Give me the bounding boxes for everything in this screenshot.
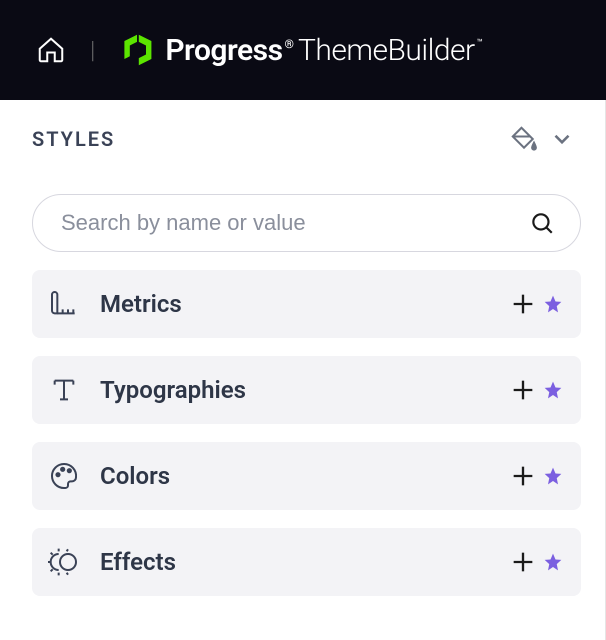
search-icon[interactable] (529, 210, 555, 236)
typography-icon (46, 374, 82, 406)
category-effects[interactable]: Effects (32, 528, 581, 596)
plus-icon[interactable] (509, 376, 537, 404)
app-header: | Progress ® ThemeBuilder ™ (0, 0, 606, 100)
brand-text: Progress ® ThemeBuilder ™ (165, 33, 483, 68)
category-list: Metrics (32, 270, 593, 596)
category-actions (509, 376, 563, 404)
category-metrics[interactable]: Metrics (32, 270, 581, 338)
progress-logo-icon (119, 32, 155, 68)
home-icon[interactable] (36, 35, 66, 65)
palette-icon (46, 460, 82, 492)
brand-trademark: ™ (477, 38, 483, 49)
panel-title: STYLES (32, 127, 115, 151)
search-container (32, 194, 593, 252)
plus-icon[interactable] (509, 548, 537, 576)
ruler-icon (46, 288, 82, 320)
styles-panel: STYLES (0, 100, 606, 640)
brand-logo[interactable]: Progress ® ThemeBuilder ™ (119, 32, 483, 68)
category-label: Typographies (100, 376, 491, 404)
brand-progress: Progress (165, 33, 282, 68)
category-colors[interactable]: Colors (32, 442, 581, 510)
plus-icon[interactable] (509, 290, 537, 318)
category-typographies[interactable]: Typographies (32, 356, 581, 424)
category-label: Metrics (100, 290, 491, 318)
brand-themebuilder: ThemeBuilder (298, 33, 475, 68)
category-actions (509, 462, 563, 490)
plus-icon[interactable] (509, 462, 537, 490)
panel-actions (509, 124, 575, 154)
paint-bucket-icon[interactable] (509, 124, 539, 154)
category-label: Colors (100, 462, 491, 490)
search-input[interactable] (32, 194, 581, 252)
category-actions (509, 290, 563, 318)
header-divider: | (90, 36, 95, 64)
star-icon[interactable] (543, 380, 563, 400)
effects-icon (46, 546, 82, 578)
star-icon[interactable] (543, 294, 563, 314)
brand-registered: ® (285, 37, 294, 51)
category-label: Effects (100, 548, 491, 576)
chevron-down-icon[interactable] (549, 126, 575, 152)
star-icon[interactable] (543, 552, 563, 572)
star-icon[interactable] (543, 466, 563, 486)
panel-header: STYLES (32, 124, 593, 154)
category-actions (509, 548, 563, 576)
